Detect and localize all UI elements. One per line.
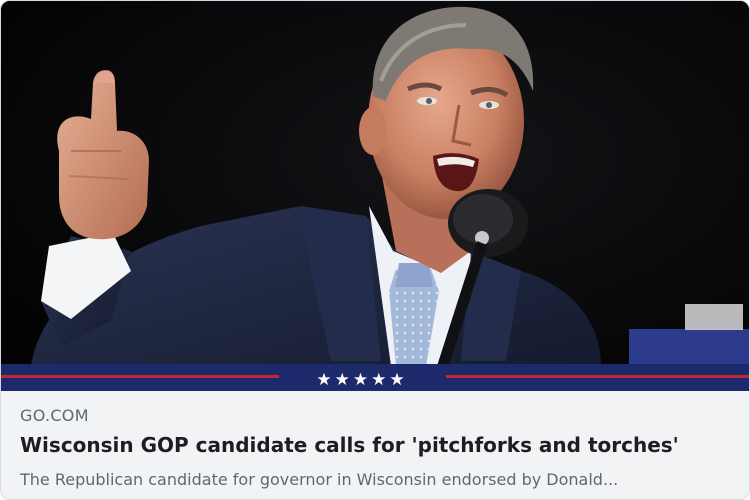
stage-panel: [629, 329, 749, 365]
preview-text-area[interactable]: GO.COM Wisconsin GOP candidate calls for…: [1, 391, 749, 499]
preview-description: The Republican candidate for governor in…: [20, 470, 619, 489]
source-domain: GO.COM: [20, 406, 89, 425]
podium-stars: ★★★★★: [316, 370, 407, 390]
speaker-photo: ★★★★★: [1, 1, 749, 391]
preview-headline[interactable]: Wisconsin GOP candidate calls for 'pitch…: [20, 433, 735, 457]
link-preview-card[interactable]: ★★★★★ GO.COM Wisconsin GOP candidate cal…: [0, 0, 750, 500]
preview-image[interactable]: ★★★★★: [1, 1, 749, 391]
